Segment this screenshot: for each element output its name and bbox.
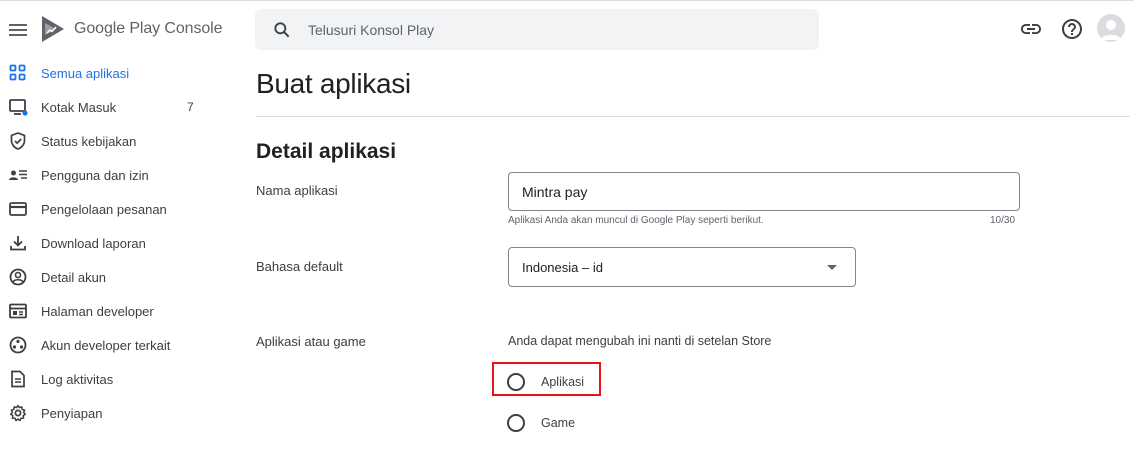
google-play-console-logo[interactable]: Google Play Console [40, 14, 223, 44]
page-title: Buat aplikasi [256, 68, 411, 99]
sidebar-item-linked-developer-accounts[interactable]: Akun developer terkait [0, 328, 220, 362]
radio-button-game[interactable] [507, 414, 525, 432]
sidebar-item-label: Penyiapan [41, 405, 103, 421]
account-avatar[interactable] [1097, 14, 1125, 42]
play-console-logo-icon [42, 16, 64, 42]
sidebar-item-policy-status[interactable]: Status kebijakan [0, 124, 220, 158]
sidebar-item-all-apps[interactable]: Semua aplikasi [0, 56, 220, 90]
sidebar-nav: Semua aplikasi Kotak Masuk 7 Status kebi… [0, 56, 220, 430]
app-or-game-hint: Anda dapat mengubah ini nanti di setelan… [508, 334, 772, 348]
sidebar-item-activity-log[interactable]: Log aktivitas [0, 362, 220, 396]
app-name-label: Nama aplikasi [256, 183, 338, 198]
notification-dot [22, 110, 28, 116]
inbox-count-badge: 7 [187, 100, 194, 114]
search-input[interactable] [308, 21, 788, 38]
menu-icon[interactable] [6, 18, 30, 42]
sidebar-item-label: Akun developer terkait [41, 337, 171, 353]
shield-icon [10, 132, 26, 150]
default-language-label: Bahasa default [256, 259, 343, 274]
search-icon [274, 21, 290, 37]
highlight-annotation-box [492, 362, 601, 396]
sidebar-item-users-permissions[interactable]: Pengguna dan izin [0, 158, 220, 192]
sidebar-item-setup[interactable]: Penyiapan [0, 396, 220, 430]
sidebar-item-label: Log aktivitas [41, 371, 114, 387]
sidebar-item-developer-page[interactable]: Halaman developer [0, 294, 220, 328]
document-icon [11, 370, 25, 388]
sidebar-item-account-details[interactable]: Detail akun [0, 260, 220, 294]
users-list-icon [9, 170, 27, 180]
sidebar-item-label: Pengelolaan pesanan [41, 201, 167, 217]
default-language-value: Indonesia – id [522, 259, 603, 275]
product-name: Google Play Console [74, 20, 223, 37]
help-icon[interactable] [1060, 17, 1084, 41]
app-name-field[interactable]: Mintra pay [508, 172, 1020, 211]
link-icon[interactable] [1019, 17, 1043, 41]
app-name-char-counter: 10/30 [990, 215, 1016, 226]
sidebar-item-order-management[interactable]: Pengelolaan pesanan [0, 192, 220, 226]
app-name-helper-text: Aplikasi Anda akan muncul di Google Play… [508, 215, 764, 226]
app-name-value: Mintra pay [522, 183, 588, 200]
sidebar-item-label: Kotak Masuk [41, 99, 117, 115]
apps-grid-icon [9, 64, 26, 81]
radio-option-game[interactable]: Game [507, 411, 575, 435]
person-icon [1101, 20, 1121, 40]
dropdown-arrow-icon [827, 265, 837, 270]
sidebar-item-download-reports[interactable]: Download laporan [0, 226, 220, 260]
sidebar-item-label: Halaman developer [41, 303, 154, 319]
download-icon [10, 236, 26, 251]
section-title: Detail aplikasi [256, 140, 397, 163]
title-divider [256, 116, 1130, 117]
inbox-icon [9, 99, 28, 116]
sidebar-item-inbox[interactable]: Kotak Masuk 7 [0, 90, 220, 124]
developer-page-icon [9, 303, 27, 319]
top-app-bar: Google Play Console [0, 0, 1134, 56]
gear-icon [9, 404, 27, 422]
credit-card-icon [9, 202, 27, 216]
app-or-game-label: Aplikasi atau game [256, 334, 366, 349]
sidebar-item-label: Pengguna dan izin [41, 167, 149, 183]
radio-label-game: Game [541, 416, 576, 430]
sidebar-item-label: Semua aplikasi [41, 65, 130, 81]
sidebar-item-label: Detail akun [41, 269, 107, 285]
sidebar-item-label: Status kebijakan [41, 133, 137, 149]
account-circle-icon [9, 268, 27, 286]
linked-accounts-icon [9, 336, 27, 354]
search-bar[interactable] [255, 9, 819, 50]
default-language-select[interactable]: Indonesia – id [508, 247, 856, 287]
sidebar-item-label: Download laporan [41, 235, 146, 251]
